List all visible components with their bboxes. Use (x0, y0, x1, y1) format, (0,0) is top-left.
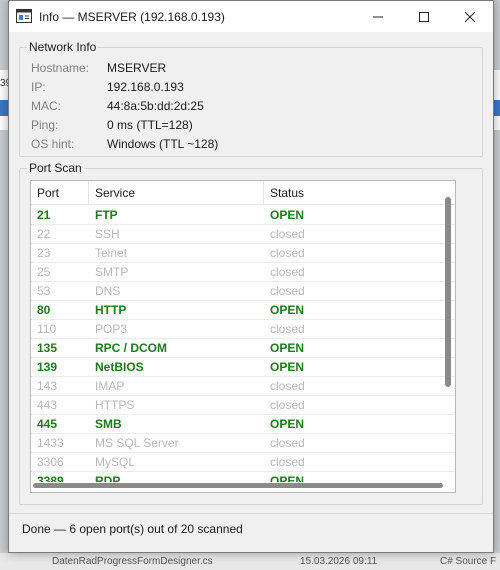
info-key: OS hint: (31, 137, 75, 151)
port-rows: 21 FTP OPEN 22 SSH closed 23 Telnet closed 25 SMTP… (31, 206, 455, 482)
table-row[interactable]: 110 POP3 closed (31, 320, 455, 339)
port-scan-list[interactable]: Port Service Status 21 FTP OPEN 22 SSH closed… (30, 180, 456, 493)
service-cell: HTTP (95, 303, 127, 317)
table-row[interactable]: 139 NetBIOS OPEN (31, 358, 455, 377)
background-left-text: 39 (0, 78, 8, 89)
status-cell: OPEN (270, 208, 305, 222)
vertical-scrollbar[interactable] (445, 197, 451, 387)
status-cell: OPEN (270, 474, 305, 482)
table-row[interactable]: 1433 MS SQL Server closed (31, 434, 455, 453)
background-selected-row (0, 100, 8, 116)
service-cell: POP3 (95, 322, 128, 336)
background-file-name: DatenRadProgressFormDesigner.cs (52, 556, 213, 567)
table-row[interactable]: 80 HTTP OPEN (31, 301, 455, 320)
service-cell: FTP (95, 208, 118, 222)
port-cell: 53 (37, 284, 51, 298)
status-cell: OPEN (270, 303, 305, 317)
port-scan-heading: Port Scan (27, 161, 84, 175)
background-file-type: C# Source F (440, 556, 497, 567)
table-row[interactable]: 53 DNS closed (31, 282, 455, 301)
list-header: Port Service Status (31, 181, 455, 205)
service-cell: DNS (95, 284, 121, 298)
maximize-button[interactable] (401, 1, 447, 32)
port-cell: 1433 (37, 436, 64, 450)
table-row[interactable]: 135 RPC / DCOM OPEN (31, 339, 455, 358)
window-title: Info — MSERVER (192.168.0.193) (39, 10, 225, 24)
port-cell: 110 (37, 322, 57, 336)
window-app-icon (16, 9, 32, 23)
service-cell: HTTPS (95, 398, 135, 412)
service-cell: RDP (95, 474, 121, 482)
minimize-icon (373, 16, 383, 17)
maximize-icon (419, 11, 429, 22)
table-row[interactable]: 3306 MySQL closed (31, 453, 455, 472)
port-cell: 21 (37, 208, 51, 222)
status-cell: closed (270, 379, 305, 393)
port-cell: 445 (37, 417, 58, 431)
close-button[interactable] (447, 1, 493, 32)
table-row[interactable]: 23 Telnet closed (31, 244, 455, 263)
service-cell: IMAP (95, 379, 125, 393)
background-file-date: 15.03.2026 09:11 (300, 556, 378, 567)
table-row[interactable]: 3389 RDP OPEN (31, 472, 455, 482)
service-cell: SMB (95, 417, 122, 431)
service-cell: MS SQL Server (95, 436, 179, 450)
port-cell: 139 (37, 360, 58, 374)
network-info-heading: Network Info (27, 40, 99, 54)
background-selected-row-right (494, 100, 500, 116)
horizontal-scrollbar[interactable] (33, 483, 443, 488)
port-cell: 22 (37, 227, 51, 241)
minimize-button[interactable] (355, 1, 401, 32)
port-cell: 143 (37, 379, 58, 393)
port-cell: 3306 (37, 455, 64, 469)
info-value: MSERVER (107, 61, 167, 75)
port-cell: 25 (37, 265, 51, 279)
table-row[interactable]: 25 SMTP closed (31, 263, 455, 282)
status-cell: closed (270, 227, 305, 241)
service-cell: MySQL (95, 455, 136, 469)
table-row[interactable]: 445 SMB OPEN (31, 415, 455, 434)
status-cell: OPEN (270, 417, 305, 431)
table-row[interactable]: 143 IMAP closed (31, 377, 455, 396)
status-cell: closed (270, 455, 305, 469)
status-cell: closed (270, 284, 305, 298)
info-value: 44:8a:5b:dd:2d:25 (107, 99, 204, 113)
service-cell: SSH (95, 227, 120, 241)
status-cell: closed (270, 322, 305, 336)
service-cell: NetBIOS (95, 360, 144, 374)
status-cell: closed (270, 398, 305, 412)
info-key: Ping: (31, 118, 59, 132)
info-key: IP: (31, 80, 46, 94)
status-cell: closed (270, 265, 305, 279)
info-dialog: Info — MSERVER (192.168.0.193) Network I… (8, 0, 494, 553)
column-header-port[interactable]: Port (31, 181, 89, 205)
table-row[interactable]: 443 HTTPS closed (31, 396, 455, 415)
port-cell: 443 (37, 398, 58, 412)
title-bar[interactable]: Info — MSERVER (192.168.0.193) (9, 1, 493, 32)
column-header-service[interactable]: Service (89, 181, 264, 205)
info-key: Hostname: (31, 61, 90, 75)
status-cell: closed (270, 436, 305, 450)
service-cell: RPC / DCOM (95, 341, 167, 355)
service-cell: SMTP (95, 265, 129, 279)
table-row[interactable]: 21 FTP OPEN (31, 206, 455, 225)
table-row[interactable]: 22 SSH closed (31, 225, 455, 244)
port-cell: 23 (37, 246, 51, 260)
port-cell: 80 (37, 303, 51, 317)
info-value: 0 ms (TTL=128) (107, 118, 193, 132)
status-cell: OPEN (270, 360, 305, 374)
port-cell: 3389 (37, 474, 64, 482)
service-cell: Telnet (95, 246, 128, 260)
info-key: MAC: (31, 99, 61, 113)
background-file-row: DatenRadProgressFormDesigner.cs 15.03.20… (0, 552, 500, 570)
port-cell: 135 (37, 341, 58, 355)
info-value: 192.168.0.193 (107, 80, 184, 94)
status-cell: OPEN (270, 341, 305, 355)
status-cell: closed (270, 246, 305, 260)
status-text: Done — 6 open port(s) out of 20 scanned (22, 522, 243, 536)
info-value: Windows (TTL ~128) (107, 137, 219, 151)
column-header-status[interactable]: Status (264, 181, 455, 205)
close-icon (465, 11, 475, 22)
